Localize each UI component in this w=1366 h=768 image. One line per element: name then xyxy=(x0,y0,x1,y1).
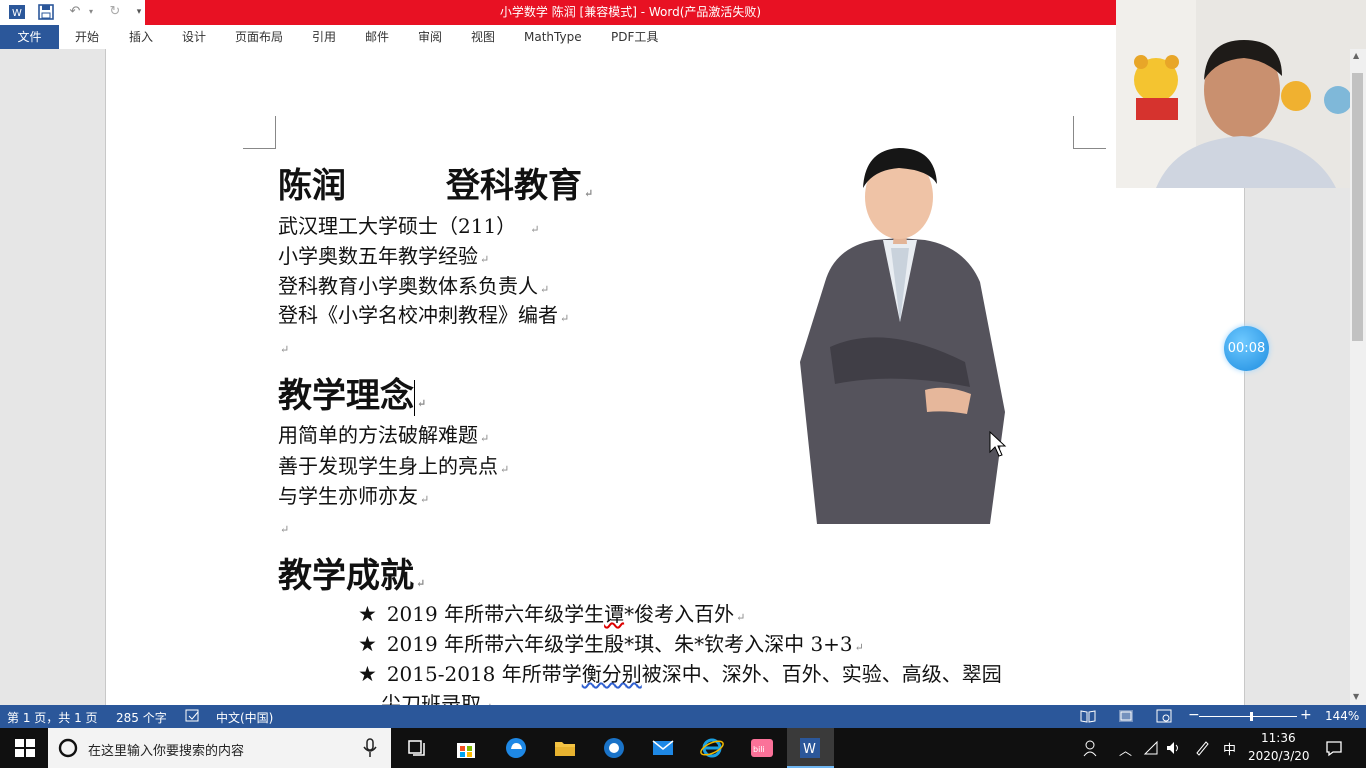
webcam-overlay xyxy=(1116,0,1366,188)
achievement-item: ★ 2019 年所带六年级学生殷*琪、朱*钦考入深中 3+3 ↵ xyxy=(358,632,864,656)
zoom-slider-thumb[interactable] xyxy=(1250,712,1253,721)
tab-design[interactable]: 设计 xyxy=(182,25,206,49)
tab-home[interactable]: 开始 xyxy=(75,25,99,49)
network-icon[interactable] xyxy=(1143,740,1159,759)
scroll-down-icon[interactable]: ▼ xyxy=(1353,692,1359,701)
vertical-scrollbar[interactable]: ▲ ▼ xyxy=(1350,49,1366,705)
taskbar-search-box[interactable]: 在这里输入你要搜索的内容 xyxy=(48,728,391,768)
star-bullet: ★ xyxy=(358,602,377,626)
crop-mark-left xyxy=(243,116,276,149)
word-count[interactable]: 285 个字 xyxy=(116,709,167,726)
achievements-heading: 教学成就 ↵ xyxy=(278,556,426,596)
mail-icon[interactable] xyxy=(651,736,675,760)
paragraph-mark: ↵ xyxy=(584,187,594,200)
video-app-icon[interactable] xyxy=(602,736,626,760)
tray-expand-icon[interactable]: ︿ xyxy=(1119,740,1132,759)
bio-line: 小学奥数五年教学经验 ↵ xyxy=(278,244,490,268)
clock-date[interactable]: 2020/3/20 xyxy=(1248,749,1310,763)
zoom-slider[interactable] xyxy=(1199,716,1297,717)
tab-view[interactable]: 视图 xyxy=(471,25,495,49)
text-cursor xyxy=(414,380,415,416)
achievement-item: ★ 2019 年所带六年级学生谭*俊考入百外 ↵ xyxy=(358,602,746,626)
start-windows-icon[interactable] xyxy=(13,736,37,760)
word-taskbar-button[interactable]: W xyxy=(787,728,834,768)
mouse-cursor xyxy=(989,430,1007,457)
ribbon-tabs: 文件 开始 插入 设计 页面布局 引用 邮件 审阅 视图 MathType PD… xyxy=(0,25,1116,49)
redo-icon[interactable]: ↻ xyxy=(106,3,124,21)
crop-mark-right xyxy=(1073,116,1106,149)
word-app-icon[interactable]: W xyxy=(8,3,26,21)
web-layout-icon[interactable] xyxy=(1156,709,1172,726)
spelling-mark: 谭 xyxy=(604,602,625,626)
read-mode-icon[interactable] xyxy=(1080,709,1096,726)
edge-icon[interactable] xyxy=(504,736,528,760)
zoom-out-button[interactable]: − xyxy=(1188,707,1200,723)
status-bar: 第 1 页，共 1 页 285 个字 中文(中国) − + 144% xyxy=(0,705,1366,728)
window-title: 小学数学 陈润 [兼容模式] - Word(产品激活失败) xyxy=(145,0,1116,25)
scroll-thumb[interactable] xyxy=(1352,73,1363,341)
pen-icon[interactable] xyxy=(1194,740,1210,759)
clip-region: 尖刀班录取↵ xyxy=(0,680,1350,705)
scroll-up-icon[interactable]: ▲ xyxy=(1353,51,1359,60)
svg-text:W: W xyxy=(803,742,816,757)
idea-line: 善于发现学生身上的亮点 ↵ xyxy=(278,454,510,478)
search-placeholder: 在这里输入你要搜索的内容 xyxy=(88,744,245,759)
recording-timer[interactable]: 00:08 xyxy=(1224,326,1269,371)
bio-line: 武汉理工大学硕士（211） ↵ xyxy=(278,214,540,238)
language-indicator[interactable]: 中文(中国) xyxy=(216,709,273,726)
tab-insert[interactable]: 插入 xyxy=(129,25,153,49)
org-name: 登科教育 xyxy=(446,166,582,206)
idea-line: 与学生亦师亦友 ↵ xyxy=(278,484,430,508)
webcam-video xyxy=(1116,0,1366,188)
empty-paragraph: ↵ xyxy=(280,343,290,356)
tab-pdf-tools[interactable]: PDF工具 xyxy=(611,25,658,49)
cortana-icon[interactable] xyxy=(57,737,79,759)
tab-layout[interactable]: 页面布局 xyxy=(235,25,283,49)
people-icon[interactable] xyxy=(1082,739,1100,760)
store-icon[interactable] xyxy=(454,736,478,760)
empty-paragraph: ↵ xyxy=(280,523,290,536)
taskbar: 在这里输入你要搜索的内容 bili W ︿ 中 11:36 2020/3/20 xyxy=(0,728,1366,768)
teaching-philosophy-heading: 教学理念 ↵ xyxy=(278,376,427,416)
task-view-icon[interactable] xyxy=(405,736,429,760)
undo-dropdown-icon[interactable]: ▾ xyxy=(82,3,100,21)
teacher-photo[interactable] xyxy=(795,122,1010,524)
proofing-icon[interactable] xyxy=(185,709,201,726)
save-icon[interactable] xyxy=(37,3,55,21)
internet-explorer-icon[interactable] xyxy=(700,736,724,760)
teacher-name-heading: 陈润 登科教育 ↵ xyxy=(278,158,593,207)
svg-text:W: W xyxy=(12,8,22,19)
idea-line: 用简单的方法破解难题 ↵ xyxy=(278,423,490,447)
achievement-wrap-line: 尖刀班录取↵ xyxy=(381,692,492,705)
bio-line: 登科教育小学奥数体系负责人 ↵ xyxy=(278,274,550,298)
star-bullet: ★ xyxy=(358,632,377,656)
page-count[interactable]: 第 1 页，共 1 页 xyxy=(7,709,98,726)
zoom-in-button[interactable]: + xyxy=(1300,707,1312,723)
svg-text:bili: bili xyxy=(753,745,765,754)
ime-indicator[interactable]: 中 xyxy=(1223,739,1236,758)
clock-time[interactable]: 11:36 xyxy=(1261,731,1296,745)
zoom-level[interactable]: 144% xyxy=(1325,709,1359,723)
word-icon: W xyxy=(800,738,820,758)
tab-references[interactable]: 引用 xyxy=(312,25,336,49)
print-layout-icon[interactable] xyxy=(1118,709,1134,726)
file-explorer-icon[interactable] xyxy=(553,736,577,760)
teacher-name: 陈润 xyxy=(278,166,346,206)
tab-mailings[interactable]: 邮件 xyxy=(365,25,389,49)
tab-mathtype[interactable]: MathType xyxy=(524,25,582,49)
tab-file[interactable]: 文件 xyxy=(0,25,59,49)
bilibili-icon[interactable]: bili xyxy=(750,736,774,760)
bio-line: 登科《小学名校冲刺教程》编者 ↵ xyxy=(278,303,570,327)
volume-icon[interactable] xyxy=(1165,740,1181,759)
tab-review[interactable]: 审阅 xyxy=(418,25,442,49)
action-center-icon[interactable] xyxy=(1325,739,1343,760)
microphone-icon[interactable] xyxy=(362,738,378,758)
